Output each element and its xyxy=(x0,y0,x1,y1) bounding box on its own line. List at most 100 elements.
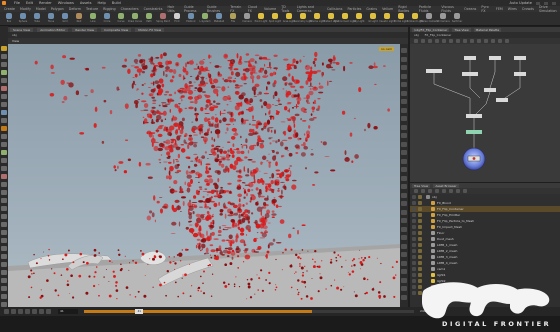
network-node-selected[interactable] xyxy=(466,130,482,134)
display-option-icon[interactable] xyxy=(401,73,407,79)
display-option-icon[interactable] xyxy=(401,184,407,189)
visibility-icon[interactable] xyxy=(412,255,416,259)
network-tab[interactable]: Material Palette xyxy=(473,27,502,32)
auto-update-toggle[interactable]: Auto Update xyxy=(509,1,532,5)
viewport-tool-icon[interactable] xyxy=(1,70,7,75)
display-option-icon[interactable] xyxy=(401,99,407,104)
shelf-tab[interactable]: Collisions xyxy=(327,7,343,11)
viewport-tool-icon[interactable] xyxy=(1,166,7,171)
shelf-tool-button[interactable]: Switcher xyxy=(452,12,462,25)
shelf-tool-button[interactable]: Portal Light xyxy=(394,12,408,25)
visibility-icon[interactable] xyxy=(412,267,416,271)
viewport-path[interactable]: obj xyxy=(12,33,17,37)
shelf-tool-button[interactable]: Point Light xyxy=(255,12,267,25)
display-option-icon[interactable] xyxy=(401,209,407,215)
flag-icon[interactable] xyxy=(418,243,422,247)
flag-icon[interactable] xyxy=(418,267,422,271)
shelf-tool-button[interactable]: Camera xyxy=(242,12,252,25)
shelf-tool-button[interactable]: Distant Light xyxy=(323,12,339,25)
network-tool-icon[interactable] xyxy=(456,39,460,43)
network-tool-icon[interactable] xyxy=(505,39,509,43)
tree-tool-icon[interactable] xyxy=(442,189,446,193)
display-option-icon[interactable] xyxy=(401,269,407,274)
visibility-icon[interactable] xyxy=(412,231,416,235)
network-tool-icon[interactable] xyxy=(470,39,474,43)
shelf-tool-button[interactable]: Environment Light xyxy=(334,12,356,25)
visibility-icon[interactable] xyxy=(412,201,416,205)
visibility-icon[interactable] xyxy=(412,219,416,223)
display-option-icon[interactable] xyxy=(401,141,407,147)
display-option-icon[interactable] xyxy=(401,286,407,291)
display-option-icon[interactable] xyxy=(401,82,407,87)
display-option-icon[interactable] xyxy=(401,175,407,181)
shelf-tab[interactable]: Wires xyxy=(508,7,517,11)
viewport-tool-icon[interactable] xyxy=(1,198,7,203)
display-option-icon[interactable] xyxy=(401,167,407,172)
shelf-tab[interactable]: Particles xyxy=(348,7,362,11)
camera-menu[interactable]: no cam xyxy=(378,47,394,51)
play-reverse-icon[interactable] xyxy=(18,309,23,314)
tree-tab[interactable]: Tree View xyxy=(412,183,431,188)
network-editor[interactable] xyxy=(410,44,560,182)
shelf-tool-button[interactable]: Spot Light xyxy=(269,12,281,25)
shelf-tab[interactable]: Vellum xyxy=(382,7,393,11)
flag-icon[interactable] xyxy=(418,195,422,199)
scene-viewport[interactable]: no cam xyxy=(8,44,400,307)
viewport-tab[interactable]: Composite View xyxy=(101,27,132,32)
flag-icon[interactable] xyxy=(418,207,422,211)
viewport-tool-icon[interactable] xyxy=(1,174,7,179)
step-back-icon[interactable] xyxy=(11,309,16,314)
viewport-tool-icon[interactable] xyxy=(1,102,7,107)
network-tool-icon[interactable] xyxy=(449,39,453,43)
shelf-tab[interactable]: Characters xyxy=(121,7,139,11)
shelf-tab[interactable]: Grains xyxy=(366,7,377,11)
viewport-tool-icon[interactable] xyxy=(1,134,7,139)
shelf-tool-button[interactable]: GI Light xyxy=(368,12,378,25)
viewport-tool-icon[interactable] xyxy=(1,150,7,155)
shelf-tab[interactable]: Oceans xyxy=(464,7,476,11)
shelf-tool-button[interactable]: Sky Light xyxy=(354,12,364,25)
tree-tab[interactable]: Asset Browser xyxy=(433,183,459,188)
display-option-icon[interactable] xyxy=(401,252,407,257)
network-node[interactable] xyxy=(426,69,442,73)
display-option-icon[interactable] xyxy=(401,192,407,198)
shelf-tool-button[interactable]: Stereo Camera xyxy=(420,12,438,25)
network-tab[interactable]: Tree View xyxy=(452,27,471,32)
shelf-tool-button[interactable]: Ambient Light xyxy=(407,12,423,25)
visibility-icon[interactable] xyxy=(412,273,416,277)
network-node[interactable] xyxy=(514,56,526,60)
network-node[interactable] xyxy=(496,98,508,102)
menu-windows[interactable]: Windows xyxy=(58,1,74,5)
display-option-icon[interactable] xyxy=(401,243,407,249)
shelf-tab[interactable]: Constraints xyxy=(144,7,163,11)
visibility-icon[interactable] xyxy=(412,261,416,265)
tree-tool-icon[interactable] xyxy=(449,189,453,193)
viewport-tool-icon[interactable] xyxy=(1,214,7,219)
tree-tool-icon[interactable] xyxy=(435,189,439,193)
network-tool-icon[interactable] xyxy=(442,39,446,43)
viewport-tool-icon[interactable] xyxy=(1,206,7,211)
network-tool-icon[interactable] xyxy=(498,39,502,43)
shelf-tool-button[interactable]: L-System xyxy=(199,12,211,25)
flag-icon[interactable] xyxy=(418,255,422,259)
viewport-tool-icon[interactable] xyxy=(1,262,7,267)
shelf-tool-button[interactable]: Draw Curve xyxy=(128,12,142,25)
tree-tool-icon[interactable] xyxy=(463,189,467,193)
shelf-tool-button[interactable]: Sphere xyxy=(18,12,28,25)
viewport-tool-icon[interactable] xyxy=(1,158,7,163)
display-option-icon[interactable] xyxy=(401,133,407,138)
visibility-icon[interactable] xyxy=(412,249,416,253)
viewport-tab[interactable]: Animation Editor xyxy=(37,27,69,32)
shelf-tool-button[interactable]: Path xyxy=(144,12,154,25)
shelf-tool-button[interactable]: Area Light xyxy=(283,12,295,25)
shelf-tool-button[interactable]: Metaball xyxy=(214,12,224,25)
shelf-tab[interactable]: Modify xyxy=(20,7,31,11)
network-tool-icon[interactable] xyxy=(421,39,425,43)
network-path-root[interactable]: obj xyxy=(414,33,419,37)
step-forward-icon[interactable] xyxy=(39,309,44,314)
network-node[interactable] xyxy=(484,88,496,92)
viewport-tool-icon[interactable] xyxy=(1,190,7,195)
flag-icon[interactable] xyxy=(418,219,422,223)
network-tool-icon[interactable] xyxy=(435,39,439,43)
shelf-tab[interactable]: Polygon xyxy=(51,7,64,11)
